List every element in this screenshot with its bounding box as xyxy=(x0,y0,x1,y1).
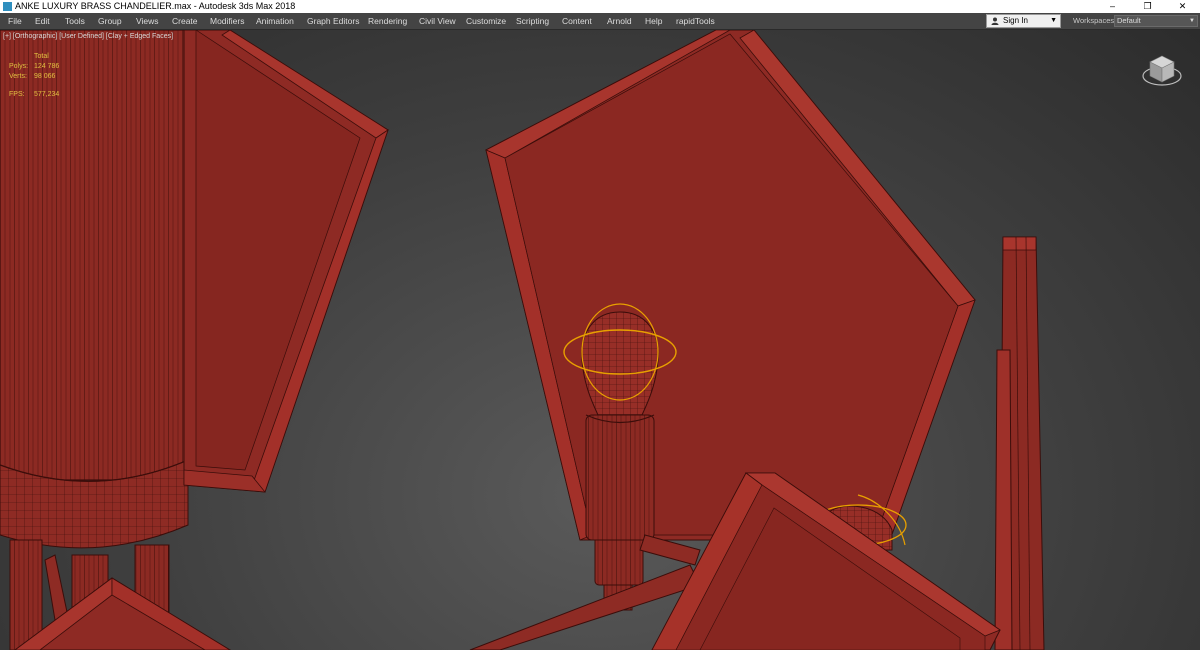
stats-header: Total xyxy=(9,52,49,62)
menu-tools[interactable]: Tools xyxy=(65,13,85,29)
viewport-label[interactable]: [+] [Orthographic] [User Defined] [Clay … xyxy=(3,33,173,40)
menu-help[interactable]: Help xyxy=(645,13,662,29)
stats-header-label: Total xyxy=(34,53,49,60)
perspective-viewport[interactable]: [+] [Orthographic] [User Defined] [Clay … xyxy=(0,30,1200,650)
stats-row-verts: Verts: 98 066 xyxy=(9,72,55,82)
window-title: ANKE LUXURY BRASS CHANDELIER.max - Autod… xyxy=(15,1,296,11)
workspaces-value: Default xyxy=(1117,16,1141,25)
stats-fps-value: 577,234 xyxy=(34,91,60,98)
stats-polys-key: Polys: xyxy=(9,63,29,70)
stats-verts-value: 98 066 xyxy=(34,73,56,80)
sign-in-label: Sign In xyxy=(1003,16,1028,25)
viewcube-icon[interactable] xyxy=(1142,50,1182,88)
left-panel xyxy=(183,30,389,493)
stats-fps-key: FPS: xyxy=(9,91,25,98)
restore-button[interactable]: ❐ xyxy=(1130,0,1165,13)
menu-arnold[interactable]: Arnold xyxy=(607,13,632,29)
stats-spacer xyxy=(9,82,49,90)
menu-scripting[interactable]: Scripting xyxy=(516,13,549,29)
menu-views[interactable]: Views xyxy=(136,13,159,29)
stats-polys-value: 124 786 xyxy=(34,63,60,70)
menu-group[interactable]: Group xyxy=(98,13,122,29)
3ds-max-icon xyxy=(3,2,12,11)
title-bar: ANKE LUXURY BRASS CHANDELIER.max - Autod… xyxy=(0,0,1200,13)
menu-customize[interactable]: Customize xyxy=(466,13,506,29)
stats-row-polys: Polys: 124 786 xyxy=(9,62,59,72)
menu-animation[interactable]: Animation xyxy=(256,13,294,29)
scene-render xyxy=(0,30,1045,650)
user-icon xyxy=(991,17,999,25)
stats-row-fps: FPS: 577,234 xyxy=(9,90,59,100)
left-column xyxy=(0,30,189,650)
bottom-left-panel xyxy=(14,577,231,650)
menu-content[interactable]: Content xyxy=(562,13,592,29)
window-controls: – ❐ ✕ xyxy=(1095,0,1200,13)
close-button[interactable]: ✕ xyxy=(1165,0,1200,13)
workspaces-select[interactable]: Default ▼ xyxy=(1114,15,1198,27)
caret-down-icon: ▼ xyxy=(1050,17,1057,24)
menu-create[interactable]: Create xyxy=(172,13,198,29)
stats-verts-key: Verts: xyxy=(9,73,27,80)
menu-civil-view[interactable]: Civil View xyxy=(419,13,456,29)
center-panel xyxy=(485,30,976,541)
menu-modifiers[interactable]: Modifiers xyxy=(210,13,244,29)
sign-in-dropdown[interactable]: Sign In ▼ xyxy=(986,14,1061,28)
workspaces-label: Workspaces: xyxy=(1073,16,1117,25)
menu-rapidtools[interactable]: rapidTools xyxy=(676,13,715,29)
menu-rendering[interactable]: Rendering xyxy=(368,13,407,29)
right-panel xyxy=(994,236,1045,650)
menu-edit[interactable]: Edit xyxy=(35,13,50,29)
menu-file[interactable]: File xyxy=(8,13,22,29)
menu-graph-editors[interactable]: Graph Editors xyxy=(307,13,359,29)
minimize-button[interactable]: – xyxy=(1095,0,1130,13)
chevron-down-icon: ▼ xyxy=(1189,18,1195,24)
stats-overlay: Total Polys: 124 786 Verts: 98 066 FPS: … xyxy=(9,52,59,100)
